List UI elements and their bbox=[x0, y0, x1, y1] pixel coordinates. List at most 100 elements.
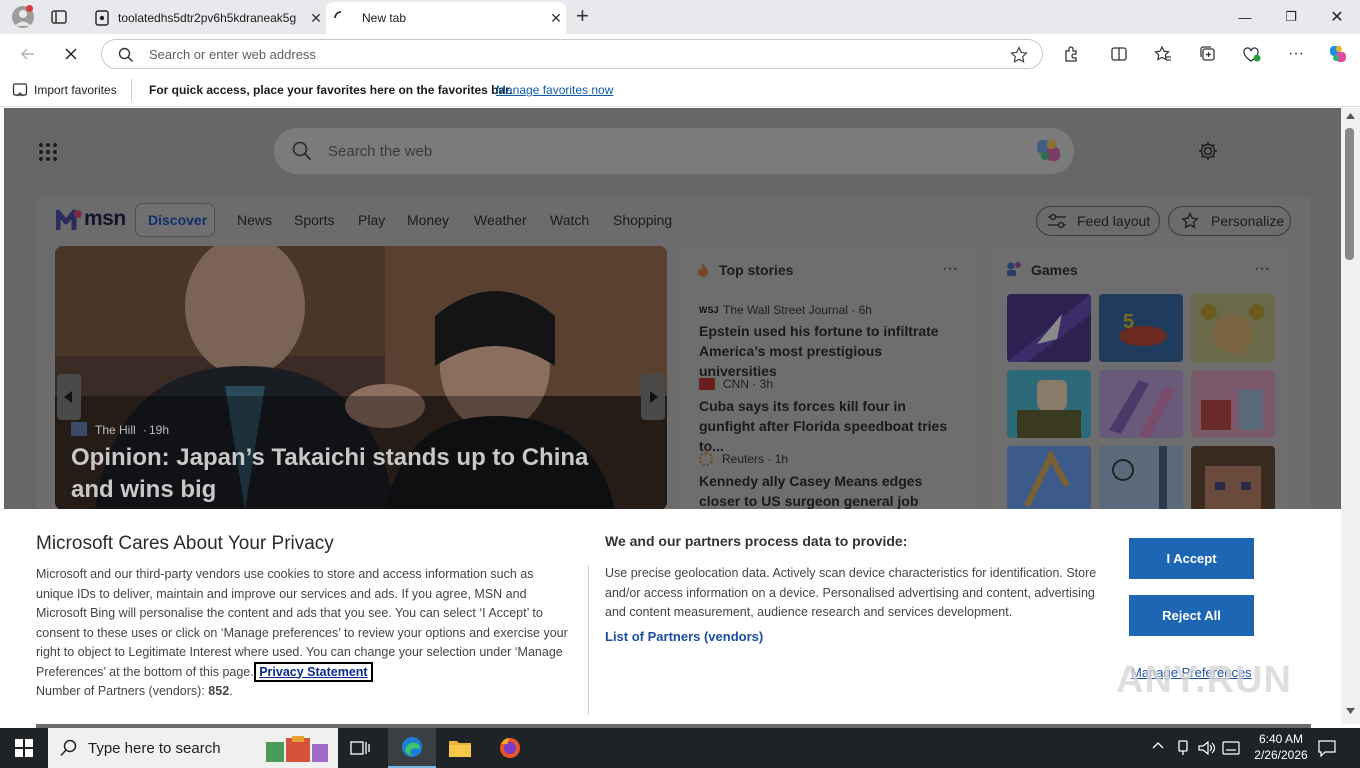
app-launcher-icon[interactable] bbox=[38, 142, 58, 162]
collections-icon[interactable] bbox=[1195, 42, 1221, 66]
browser-essentials-icon[interactable] bbox=[1239, 42, 1265, 66]
scroll-down-icon[interactable] bbox=[1346, 708, 1355, 714]
import-favorites-button[interactable]: Import favorites bbox=[34, 83, 117, 97]
nav-weather[interactable]: Weather bbox=[474, 212, 527, 228]
top-stories-heading: Top stories bbox=[719, 262, 794, 278]
consent-title: Microsoft Cares About Your Privacy bbox=[36, 533, 334, 554]
restore-button[interactable]: ❐ bbox=[1268, 0, 1314, 34]
nav-watch[interactable]: Watch bbox=[550, 212, 589, 228]
scroll-thumb[interactable] bbox=[1345, 128, 1354, 260]
consent-divider bbox=[588, 565, 589, 715]
top-stories-more-icon[interactable]: ··· bbox=[942, 260, 958, 278]
msn-logo-text: msn bbox=[84, 207, 126, 230]
carousel-next-button[interactable] bbox=[641, 374, 665, 420]
consent-purposes-heading: We and our partners process data to prov… bbox=[605, 533, 908, 549]
stop-loading-icon[interactable] bbox=[58, 42, 84, 66]
show-hidden-icons-icon[interactable] bbox=[1152, 741, 1164, 749]
nav-news[interactable]: News bbox=[237, 212, 272, 228]
tab-actions-icon[interactable] bbox=[50, 8, 68, 26]
copilot-icon[interactable] bbox=[1034, 137, 1064, 165]
game-tile[interactable] bbox=[1191, 294, 1275, 362]
copilot-icon[interactable] bbox=[1325, 42, 1351, 66]
game-tile[interactable]: 5 bbox=[1099, 294, 1183, 362]
clock[interactable]: 6:40 AM 2/26/2026 bbox=[1250, 731, 1312, 763]
notifications-icon[interactable] bbox=[1318, 739, 1336, 757]
tab-2-active[interactable]: New tab ✕ bbox=[326, 2, 566, 34]
scroll-up-icon[interactable] bbox=[1346, 113, 1355, 119]
loading-icon bbox=[334, 11, 348, 25]
hero-title[interactable]: Opinion: Japan’s Takaichi stands up to C… bbox=[71, 442, 631, 506]
address-placeholder: Search or enter web address bbox=[149, 47, 316, 62]
story-source: WSJ The Wall Street Journal · 6h bbox=[699, 303, 872, 317]
close-tab-icon[interactable]: ✕ bbox=[546, 8, 566, 28]
list-of-partners-link[interactable]: List of Partners (vendors) bbox=[605, 629, 763, 644]
story-title[interactable]: Cuba says its forces kill four in gunfig… bbox=[699, 396, 959, 456]
hero-story-card[interactable]: The Hill · 19h Opinion: Japan’s Takaichi… bbox=[55, 246, 667, 510]
close-window-button[interactable]: ✕ bbox=[1314, 0, 1360, 34]
accept-button[interactable]: I Accept bbox=[1129, 538, 1254, 579]
anyrun-watermark: ANY.RUN bbox=[1116, 659, 1292, 701]
favorite-star-icon[interactable] bbox=[1010, 46, 1028, 64]
nav-play[interactable]: Play bbox=[358, 212, 385, 228]
search-icon bbox=[292, 141, 312, 161]
back-icon[interactable] bbox=[15, 42, 41, 66]
carousel-prev-button[interactable] bbox=[57, 374, 81, 420]
nav-shopping[interactable]: Shopping bbox=[613, 212, 672, 228]
settings-and-more-icon[interactable]: ··· bbox=[1283, 42, 1309, 66]
game-tile[interactable] bbox=[1099, 370, 1183, 438]
privacy-statement-link[interactable]: Privacy Statement bbox=[254, 661, 373, 682]
extensions-icon[interactable] bbox=[1058, 42, 1084, 66]
reject-all-button[interactable]: Reject All bbox=[1129, 595, 1254, 636]
edge-taskbar-icon[interactable] bbox=[388, 728, 436, 768]
story-title[interactable]: Kennedy ally Casey Means edges closer to… bbox=[699, 471, 959, 511]
windows-taskbar: Type here to search 6:40 AM 2/26/2026 bbox=[0, 728, 1360, 768]
ime-icon[interactable] bbox=[1222, 740, 1240, 756]
split-screen-icon[interactable] bbox=[1106, 42, 1132, 66]
address-bar[interactable]: Search or enter web address bbox=[101, 39, 1043, 69]
volume-icon[interactable] bbox=[1198, 740, 1216, 756]
taskbar-search-box[interactable]: Type here to search bbox=[48, 728, 338, 768]
game-tile[interactable] bbox=[1007, 446, 1091, 514]
partners-count: 852 bbox=[208, 684, 230, 698]
close-tab-icon[interactable]: ✕ bbox=[306, 8, 326, 28]
nav-discover[interactable]: Discover bbox=[148, 212, 207, 228]
game-tile[interactable] bbox=[1191, 370, 1275, 438]
task-view-icon[interactable] bbox=[336, 728, 384, 768]
wsj-logo: WSJ bbox=[699, 305, 719, 315]
favorites-icon[interactable] bbox=[1150, 42, 1176, 66]
games-icon bbox=[1006, 261, 1024, 277]
tab-strip: toolatedhs5dtr2pv6h5kdraneak5g ✕ New tab… bbox=[0, 0, 1360, 34]
new-tab-button[interactable]: + bbox=[576, 3, 589, 29]
story-title[interactable]: Epstein used his fortune to infiltrate A… bbox=[699, 321, 959, 381]
partners-count-label: Number of Partners (vendors): bbox=[36, 684, 205, 698]
game-tile[interactable] bbox=[1007, 294, 1091, 362]
personalize-button[interactable]: Personalize bbox=[1168, 206, 1291, 236]
msn-logo[interactable] bbox=[56, 206, 84, 232]
notification-dot bbox=[26, 5, 33, 12]
import-favorites-icon bbox=[12, 82, 28, 98]
web-search-box[interactable]: Search the web bbox=[274, 128, 1074, 174]
minimize-button[interactable]: — bbox=[1222, 0, 1268, 34]
games-more-icon[interactable]: ··· bbox=[1254, 260, 1270, 278]
taskbar-search-placeholder: Type here to search bbox=[88, 740, 221, 757]
network-icon[interactable] bbox=[1176, 740, 1190, 756]
game-tile[interactable] bbox=[1007, 370, 1091, 438]
feed-layout-button[interactable]: Feed layout bbox=[1036, 206, 1160, 236]
top-stories-card: Top stories ··· WSJ The Wall Street Jour… bbox=[679, 246, 979, 510]
games-heading: Games bbox=[1031, 262, 1078, 278]
firefox-icon[interactable] bbox=[486, 728, 534, 768]
file-explorer-icon[interactable] bbox=[436, 728, 484, 768]
cnn-logo bbox=[699, 378, 715, 390]
game-tile[interactable] bbox=[1099, 446, 1183, 514]
divider bbox=[131, 79, 132, 101]
page-settings-icon[interactable] bbox=[1197, 140, 1219, 162]
nav-sports[interactable]: Sports bbox=[294, 212, 334, 228]
profile-avatar[interactable] bbox=[12, 5, 34, 28]
manage-favorites-link[interactable]: Manage favorites now bbox=[496, 83, 613, 97]
start-button[interactable] bbox=[0, 728, 48, 768]
nav-money[interactable]: Money bbox=[407, 212, 449, 228]
tab-1[interactable]: toolatedhs5dtr2pv6h5kdraneak5g ✕ bbox=[84, 2, 326, 34]
favorites-hint: For quick access, place your favorites h… bbox=[149, 83, 513, 97]
game-tile[interactable] bbox=[1191, 446, 1275, 514]
sliders-icon bbox=[1047, 213, 1067, 229]
